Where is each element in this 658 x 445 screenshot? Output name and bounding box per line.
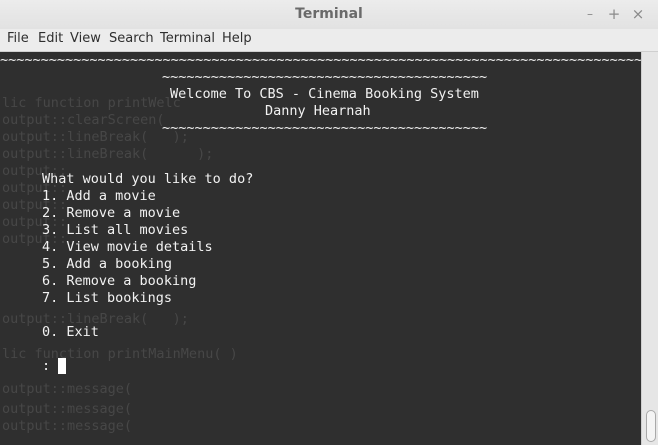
menu-search[interactable]: Search [109,31,154,46]
scrollbar[interactable] [641,52,658,445]
window-title: Terminal [295,6,363,22]
menu-option-exit: 0. Exit [42,324,99,340]
border-line: ~~~~~~~~~~~~~~~~~~~~~~~~~~~~~~~~~~~~~~~~… [0,52,641,68]
ghost-line: lic function printMainMenu( ) [2,346,238,362]
menu-option: 5. Add a booking [42,256,173,272]
header-border: ~~~~~~~~~~~~~~~~~~~~~~~~~~~~~~~~~~~~~~~~ [162,69,488,85]
title-bar: Terminal – + × [0,0,658,30]
ghost-line: lic function printWelc [2,95,181,111]
ghost-line: output::clearScreen( [2,112,165,128]
ghost-line: output::lineBreak( ); [2,129,189,145]
author-name: Danny Hearnah [265,103,371,119]
menu-option: 7. List bookings [42,290,173,306]
welcome-title: Welcome To CBS - Cinema Booking System [170,86,479,102]
ghost-line: output::message( [2,381,133,397]
minimize-icon[interactable]: – [581,5,599,23]
menu-terminal[interactable]: Terminal [160,31,215,46]
menu-help[interactable]: Help [222,31,252,46]
menu-option: 3. List all movies [42,222,189,238]
scrollbar-thumb[interactable] [646,410,656,442]
menu-option: 6. Remove a booking [42,273,197,289]
close-icon[interactable]: × [629,5,647,23]
input-prompt: : [42,358,51,374]
menu-option: 4. View movie details [42,239,213,255]
menu-view[interactable]: View [70,31,101,46]
terminal-view[interactable]: lic function printWelc output::clearScre… [0,52,641,445]
menu-bar: File Edit View Search Terminal Help [0,29,658,52]
menu-option: 1. Add a movie [42,188,156,204]
menu-file[interactable]: File [7,31,29,46]
ghost-line: output::message( [2,401,133,417]
maximize-icon[interactable]: + [605,5,623,23]
menu-edit[interactable]: Edit [38,31,63,46]
text-cursor [58,358,66,374]
menu-prompt: What would you like to do? [42,171,254,187]
ghost-line: output::message( [2,418,133,434]
ghost-line: output::lineBreak( ); [2,146,214,162]
header-border: ~~~~~~~~~~~~~~~~~~~~~~~~~~~~~~~~~~~~~~~~ [162,120,488,136]
menu-option: 2. Remove a movie [42,205,181,221]
